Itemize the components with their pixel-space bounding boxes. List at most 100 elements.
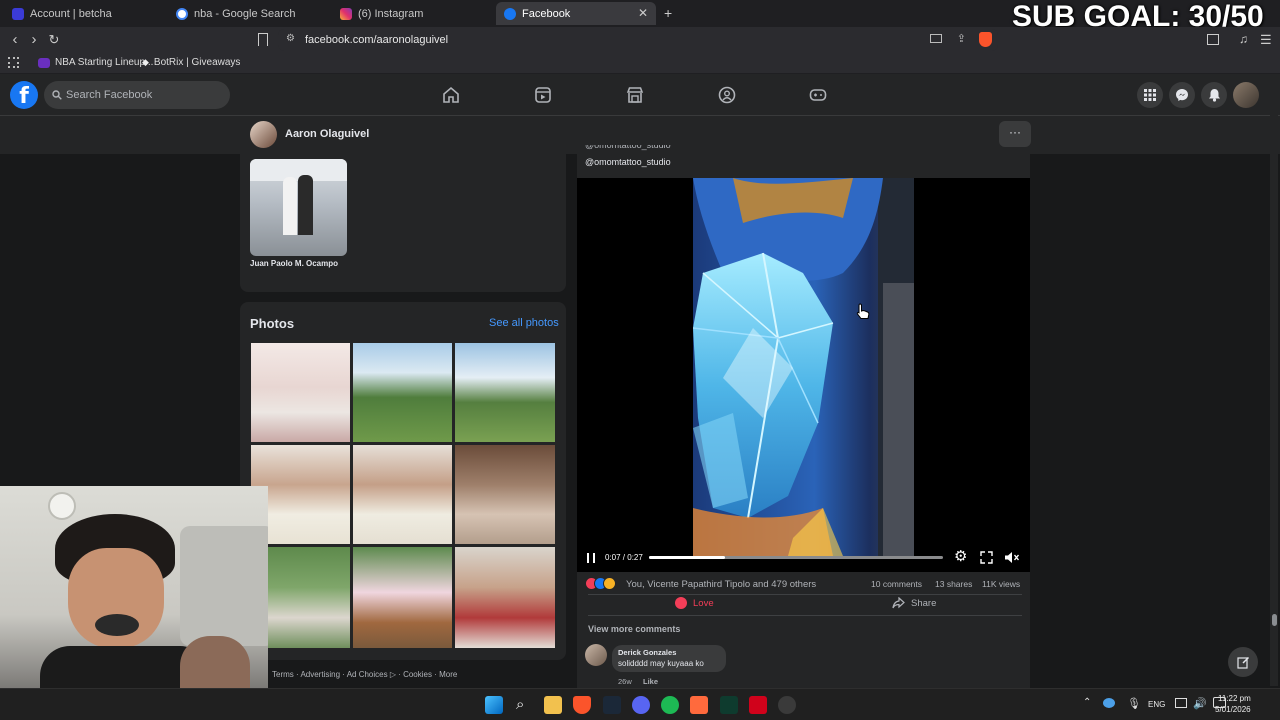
onedrive-icon[interactable] bbox=[1103, 698, 1115, 708]
bookmark-label: NBA Starting Lineup... bbox=[55, 57, 154, 68]
brave-shields-icon[interactable] bbox=[979, 32, 992, 47]
spotify-icon[interactable] bbox=[661, 696, 679, 714]
cast-icon[interactable] bbox=[930, 34, 942, 43]
shares-count[interactable]: 13 shares bbox=[935, 579, 972, 589]
apps-grid-icon[interactable] bbox=[8, 57, 19, 68]
media-icon[interactable]: ♫ bbox=[1239, 32, 1248, 46]
divider bbox=[588, 594, 1022, 595]
new-tab-icon[interactable]: + bbox=[664, 5, 672, 21]
close-tab-icon[interactable]: ✕ bbox=[638, 6, 648, 20]
caption-mention[interactable]: @omomtattoo_studio bbox=[585, 157, 671, 167]
chevron-up-icon[interactable]: ⌃ bbox=[1083, 697, 1091, 708]
reaction-icons[interactable] bbox=[585, 577, 616, 590]
bookmark-nba[interactable]: NBA Starting Lineup... bbox=[38, 57, 153, 68]
volume-icon[interactable]: 🔊 bbox=[1193, 697, 1207, 710]
gaming-icon[interactable] bbox=[808, 85, 828, 105]
back-icon[interactable]: ‹ bbox=[6, 31, 24, 49]
views-count: 11K views bbox=[982, 579, 1021, 589]
marketplace-icon[interactable] bbox=[625, 85, 645, 105]
video-progress-track[interactable] bbox=[649, 556, 943, 559]
facebook-logo-icon[interactable]: f bbox=[10, 81, 38, 109]
tab-google[interactable]: nba - Google Search bbox=[168, 2, 332, 25]
microphone bbox=[95, 614, 139, 636]
tab-label: (6) Instagram bbox=[358, 7, 424, 20]
settings-gear-icon[interactable]: ⚙ bbox=[954, 549, 967, 564]
comments-count[interactable]: 10 comments bbox=[871, 579, 922, 589]
steam-icon[interactable] bbox=[603, 696, 621, 714]
instagram-favicon-icon bbox=[340, 7, 352, 20]
fullscreen-icon[interactable] bbox=[980, 551, 993, 564]
clock-date[interactable]: 5/01/2026 bbox=[1215, 705, 1251, 714]
network-icon[interactable] bbox=[1175, 698, 1187, 708]
bookmark-icon[interactable] bbox=[258, 33, 268, 46]
pause-icon[interactable] bbox=[587, 553, 595, 563]
page-scrollbar[interactable] bbox=[1270, 80, 1278, 686]
tab-betcha[interactable]: Account | betcha bbox=[4, 2, 168, 25]
view-more-comments-link[interactable]: View more comments bbox=[588, 624, 680, 634]
reload-icon[interactable]: ↻ bbox=[45, 31, 63, 49]
photo-thumbnail[interactable] bbox=[455, 547, 555, 648]
account-avatar[interactable] bbox=[1233, 82, 1259, 108]
friend-name[interactable]: Juan Paolo M. Ocampo bbox=[250, 259, 338, 268]
tab-facebook[interactable]: Facebook ✕ bbox=[496, 2, 656, 25]
video-icon[interactable] bbox=[533, 85, 553, 105]
menu-grid-icon bbox=[1144, 89, 1156, 101]
person-figure bbox=[298, 175, 313, 235]
start-icon[interactable] bbox=[485, 696, 503, 714]
search-input[interactable]: Search Facebook bbox=[44, 81, 230, 109]
notifications-button[interactable] bbox=[1201, 82, 1227, 108]
tab-label: nba - Google Search bbox=[194, 7, 296, 20]
friend-photo[interactable] bbox=[250, 159, 347, 256]
comment-author[interactable]: Derick Gonzales bbox=[618, 648, 676, 657]
sidebar-toggle-icon[interactable] bbox=[1207, 34, 1219, 45]
share-button[interactable]: Share bbox=[892, 597, 936, 609]
menu-button[interactable] bbox=[1137, 82, 1163, 108]
app-icon[interactable] bbox=[749, 696, 767, 714]
new-message-button[interactable] bbox=[1228, 647, 1258, 677]
comment-like-link[interactable]: Like bbox=[643, 677, 658, 686]
compose-icon bbox=[1236, 656, 1249, 669]
more-options-button[interactable]: ··· bbox=[999, 121, 1031, 147]
photo-thumbnail[interactable] bbox=[455, 445, 555, 544]
forward-icon[interactable]: › bbox=[25, 31, 43, 49]
bookmark-botrix[interactable]: ◆ BotRix | Giveaways bbox=[142, 57, 240, 68]
microphone-icon[interactable]: 🎙 bbox=[1127, 697, 1141, 710]
language-indicator[interactable]: ENG bbox=[1148, 700, 1165, 709]
share-label: Share bbox=[911, 597, 937, 609]
comment-text: solidddd may kuyaaa ko bbox=[618, 659, 704, 668]
home-icon[interactable] bbox=[441, 85, 461, 105]
file-explorer-icon[interactable] bbox=[544, 696, 562, 714]
brave-browser-icon[interactable] bbox=[573, 696, 591, 714]
footer-links[interactable]: Terms · Advertising · Ad Choices ▷ · Coo… bbox=[272, 670, 457, 679]
webcam-overlay bbox=[0, 486, 268, 720]
photo-thumbnail[interactable] bbox=[251, 343, 350, 442]
tab-instagram[interactable]: (6) Instagram bbox=[332, 2, 496, 25]
app-icon[interactable] bbox=[720, 696, 738, 714]
clock-time[interactable]: 11:22 pm bbox=[1218, 694, 1251, 703]
app-icon[interactable] bbox=[778, 696, 796, 714]
profile-name[interactable]: Aaron Olaguivel bbox=[285, 128, 369, 140]
reactions-text[interactable]: You, Vicente Papathird Tipolo and 479 ot… bbox=[626, 579, 816, 590]
see-all-photos-link[interactable]: See all photos bbox=[489, 317, 559, 329]
groups-icon[interactable] bbox=[717, 85, 737, 105]
search-taskbar-icon[interactable]: ⌕ bbox=[516, 696, 524, 713]
messenger-button[interactable] bbox=[1169, 82, 1195, 108]
bell-icon bbox=[1208, 89, 1220, 102]
site-settings-icon[interactable]: ⚙ bbox=[286, 33, 295, 44]
scrollbar-thumb[interactable] bbox=[1272, 614, 1277, 626]
tattoo-video-frame bbox=[693, 178, 914, 556]
address-bar[interactable]: ⚙ facebook.com/aaronolaguivel ⇪ bbox=[278, 29, 998, 51]
love-button[interactable]: Love bbox=[675, 597, 714, 609]
mute-icon[interactable] bbox=[1004, 551, 1020, 564]
photo-thumbnail[interactable] bbox=[455, 343, 555, 442]
photo-thumbnail[interactable] bbox=[353, 343, 452, 442]
photo-thumbnail[interactable] bbox=[353, 445, 452, 544]
photo-thumbnail[interactable] bbox=[353, 547, 452, 648]
app-icon[interactable] bbox=[690, 696, 708, 714]
share-page-icon[interactable]: ⇪ bbox=[957, 32, 966, 45]
tab-label: Account | betcha bbox=[30, 7, 112, 20]
menu-icon[interactable]: ☰ bbox=[1260, 32, 1272, 48]
profile-avatar[interactable] bbox=[250, 121, 277, 148]
discord-icon[interactable] bbox=[632, 696, 650, 714]
commenter-avatar[interactable] bbox=[585, 644, 607, 666]
